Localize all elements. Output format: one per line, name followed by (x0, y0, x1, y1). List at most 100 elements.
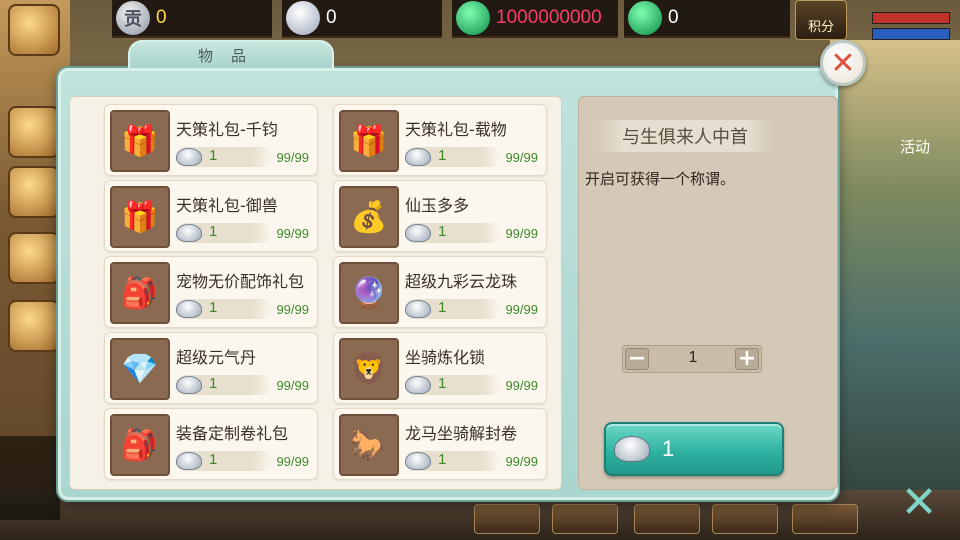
item-card[interactable]: 💰 仙玉多多 1 99/99 (333, 180, 547, 252)
item-stock: 99/99 (276, 226, 309, 241)
item-stock: 99/99 (505, 226, 538, 241)
item-price-bar: 1 (176, 223, 272, 243)
item-stock: 99/99 (276, 454, 309, 469)
item-price: 1 (438, 299, 447, 316)
item-stock: 99/99 (276, 378, 309, 393)
score-button[interactable]: 积分 (795, 0, 847, 40)
silver-counter: 0 (282, 0, 442, 38)
item-card[interactable]: 🎁 天策礼包-御兽 1 99/99 (104, 180, 318, 252)
hp-bars (872, 12, 950, 44)
item-glyph: 🎁 (121, 199, 159, 235)
item-glyph: 💎 (121, 351, 159, 387)
item-name: 超级九彩云龙珠 (405, 272, 518, 291)
close-menu-icon[interactable]: ✕ (894, 478, 944, 528)
bottom-menu-button[interactable] (712, 504, 778, 534)
item-stock: 99/99 (276, 302, 309, 317)
score-label: 积分 (807, 20, 834, 35)
item-icon: 💰 (339, 186, 399, 248)
item-card[interactable]: 🎒 装备定制卷礼包 1 99/99 (104, 408, 318, 480)
close-icon: ✕ (830, 45, 856, 81)
buy-button[interactable]: 1 (604, 422, 784, 476)
silver-ingot-icon (176, 452, 202, 470)
item-card[interactable]: 🎒 宠物无价配饰礼包 1 99/99 (104, 256, 318, 328)
item-card[interactable]: 🎁 天策礼包-千钧 1 99/99 (104, 104, 318, 176)
decrease-button[interactable]: − (625, 348, 649, 370)
silver-ingot-icon (614, 436, 650, 462)
item-name: 坐骑炼化锁 (405, 348, 486, 367)
plus-icon: + (737, 346, 757, 371)
bottom-menu-button[interactable] (792, 504, 858, 534)
item-stock: 99/99 (505, 150, 538, 165)
activity-button[interactable] (8, 166, 60, 218)
jade-counter: 1000000000 (452, 0, 618, 38)
item-icon: 🎁 (110, 186, 170, 248)
increase-button[interactable]: + (735, 348, 759, 370)
item-stock: 99/99 (505, 302, 538, 317)
item-glyph: 💰 (350, 199, 388, 235)
bottom-menu-button[interactable] (634, 504, 700, 534)
silver-ingot-icon (405, 148, 431, 166)
item-glyph: 🐎 (350, 427, 388, 463)
silver-value: 0 (326, 7, 337, 28)
item-price: 1 (209, 147, 218, 164)
detail-title: 与生俱来人中首 (596, 120, 774, 152)
ranking-button[interactable] (8, 300, 60, 352)
jade-icon[interactable] (456, 1, 490, 35)
item-card[interactable]: 🦁 坐骑炼化锁 1 99/99 (333, 332, 547, 404)
item-price-bar: 1 (405, 299, 501, 319)
silver-ingot-icon (286, 1, 320, 35)
item-price-bar: 1 (176, 147, 272, 167)
item-name: 天策礼包-千钧 (176, 120, 278, 139)
item-price: 1 (209, 375, 218, 392)
item-price-bar: 1 (176, 451, 272, 471)
item-name: 仙玉多多 (405, 196, 470, 215)
item-card[interactable]: 🎁 天策礼包-载物 1 99/99 (333, 104, 547, 176)
bound-jade-value: 0 (668, 7, 679, 28)
item-icon: 🐎 (339, 414, 399, 476)
item-icon: 🦁 (339, 338, 399, 400)
item-price-bar: 1 (405, 147, 501, 167)
gift-button[interactable] (8, 232, 60, 284)
item-card[interactable]: 🐎 龙马坐骑解封卷 1 99/99 (333, 408, 547, 480)
chat-box[interactable] (0, 436, 60, 520)
silver-ingot-icon (405, 300, 431, 318)
item-name: 天策礼包-载物 (405, 120, 507, 139)
item-glyph: 🔮 (350, 275, 388, 311)
item-icon: 💎 (110, 338, 170, 400)
silver-ingot-icon (176, 224, 202, 242)
item-price-bar: 1 (405, 451, 501, 471)
bottom-menu-button[interactable] (474, 504, 540, 534)
item-price: 1 (209, 451, 218, 468)
close-button[interactable]: ✕ (820, 40, 866, 86)
coupon-counter: 贡 0 (112, 0, 272, 38)
bound-jade-counter: 0 (624, 0, 790, 38)
mp-bar (872, 28, 950, 40)
item-price: 1 (438, 451, 447, 468)
silver-ingot-icon (405, 224, 431, 242)
coupon-value: 0 (156, 7, 167, 28)
item-glyph: 🎁 (121, 123, 159, 159)
item-glyph: 🦁 (350, 351, 388, 387)
silver-ingot-icon (405, 452, 431, 470)
activity-label: 活动 (900, 138, 931, 156)
silver-ingot-icon (405, 376, 431, 394)
item-price-bar: 1 (405, 375, 501, 395)
detail-description: 开启可获得一个称谓。 (585, 170, 736, 188)
item-card[interactable]: 🔮 超级九彩云龙珠 1 99/99 (333, 256, 547, 328)
item-price: 1 (209, 299, 218, 316)
item-price-bar: 1 (405, 223, 501, 243)
quantity-input[interactable]: 1 (651, 349, 735, 367)
silver-ingot-icon (176, 300, 202, 318)
item-icon: 🎁 (339, 110, 399, 172)
right-scene-strip (830, 40, 960, 540)
item-price-bar: 1 (176, 299, 272, 319)
hp-bar (872, 12, 950, 24)
bottom-menu-button[interactable] (552, 504, 618, 534)
item-card[interactable]: 💎 超级元气丹 1 99/99 (104, 332, 318, 404)
minus-icon: − (627, 346, 647, 371)
plus-button[interactable] (8, 106, 60, 158)
item-glyph: 🎁 (350, 123, 388, 159)
item-name: 装备定制卷礼包 (176, 424, 289, 443)
tab-items[interactable]: 物品 (128, 40, 334, 68)
item-icon: 🎒 (110, 414, 170, 476)
